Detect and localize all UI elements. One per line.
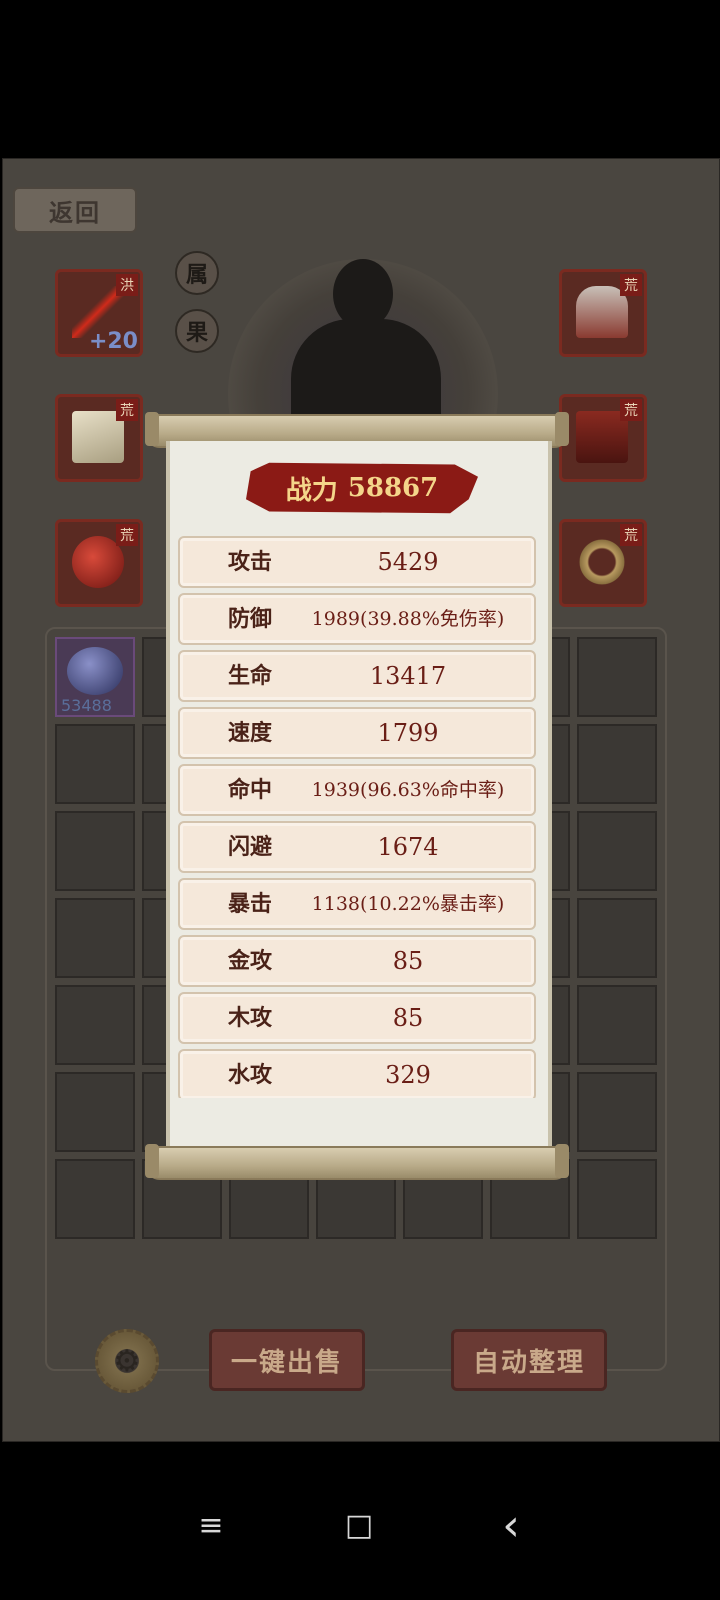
equip-slot-weapon[interactable]: 洪 +20 [55, 269, 143, 357]
stat-row: 暴击 1138(10.22%暴击率) [178, 878, 536, 930]
equip-slot-chest[interactable]: 荒 [559, 394, 647, 482]
stat-value: 85 [392, 1004, 424, 1032]
auto-sort-button[interactable]: 自动整理 [451, 1329, 607, 1391]
bag-slot[interactable] [55, 811, 135, 891]
stat-row: 防御 1989(39.88%免伤率) [178, 593, 536, 645]
blue-gem-icon [67, 647, 123, 695]
stat-label: 防御 [228, 606, 273, 632]
rarity-tag: 荒 [620, 399, 642, 421]
bag-slot[interactable] [55, 898, 135, 978]
stat-row: 生命 13417 [178, 650, 536, 702]
power-value: 58867 [347, 473, 439, 503]
back-button[interactable]: 返回 [13, 187, 137, 233]
bag-slot[interactable] [577, 811, 657, 891]
stat-row: 金攻 85 [178, 935, 536, 987]
stat-row: 攻击 5429 [178, 536, 536, 588]
stat-value: 13417 [369, 662, 447, 690]
stat-label: 木攻 [228, 1005, 273, 1031]
rarity-tag: 荒 [116, 524, 138, 546]
equip-slot-armor[interactable]: 荒 [559, 269, 647, 357]
stat-label: 暴击 [228, 891, 273, 917]
system-nav-bar: ≡ □ ‹ [0, 1480, 720, 1600]
stat-row: 水攻 329 [178, 1049, 536, 1098]
stat-row: 命中 1939(96.63%命中率) [178, 764, 536, 816]
item-count: 53488 [61, 696, 112, 715]
equip-slot-scroll[interactable]: 荒 [55, 394, 143, 482]
scroll-bottom-rod [145, 1144, 569, 1180]
equip-slot-orb[interactable]: 荒 [55, 519, 143, 607]
stat-value: 1989(39.88%免伤率) [311, 608, 505, 630]
fruit-button[interactable]: 果 [175, 309, 219, 353]
stat-row: 速度 1799 [178, 707, 536, 759]
rarity-tag: 荒 [620, 524, 642, 546]
bag-slot[interactable] [55, 1159, 135, 1239]
equip-slot-ring[interactable]: 荒 [559, 519, 647, 607]
menu-icon[interactable]: ≡ [186, 1500, 236, 1550]
bag-slot[interactable] [577, 1072, 657, 1152]
bag-slot[interactable] [55, 1072, 135, 1152]
stat-value: 85 [392, 947, 424, 975]
bag-slot[interactable] [577, 637, 657, 717]
stat-row: 闪避 1674 [178, 821, 536, 873]
stat-label: 攻击 [228, 549, 273, 575]
stat-label: 水攻 [228, 1062, 273, 1088]
stat-label: 命中 [228, 777, 273, 803]
rarity-tag: 荒 [620, 274, 642, 296]
stat-label: 金攻 [228, 948, 273, 974]
power-label: 战力 [285, 475, 338, 506]
bag-slot[interactable] [55, 985, 135, 1065]
bag-slot[interactable] [55, 724, 135, 804]
character-silhouette-body [291, 319, 441, 429]
bag-slot[interactable] [577, 898, 657, 978]
stat-value: 1674 [377, 833, 439, 861]
stats-list[interactable]: 攻击 5429 防御 1989(39.88%免伤率) 生命 13417 速度 1799 命中 19… [172, 536, 538, 1098]
rarity-tag: 洪 [116, 274, 138, 296]
stat-value: 329 [385, 1061, 431, 1089]
back-chevron-icon[interactable]: ‹ [486, 1500, 536, 1551]
stat-value: 1939(96.63%命中率) [311, 779, 505, 801]
stat-row: 木攻 85 [178, 992, 536, 1044]
bag-slot[interactable] [577, 1159, 657, 1239]
stat-value: 1138(10.22%暴击率) [311, 893, 505, 915]
bag-slot[interactable]: 53488 [55, 637, 135, 717]
bag-slot[interactable] [577, 724, 657, 804]
attribute-button[interactable]: 属 [175, 251, 219, 295]
stat-value: 1799 [377, 719, 439, 747]
combat-power-banner: 战力 58867 [246, 462, 478, 514]
gear-icon[interactable]: ⚙ [95, 1329, 159, 1393]
stat-label: 闪避 [228, 834, 273, 860]
stat-value: 5429 [377, 548, 439, 576]
stat-label: 速度 [228, 720, 273, 746]
bag-slot[interactable] [577, 985, 657, 1065]
stat-label: 生命 [228, 663, 273, 689]
home-square-icon[interactable]: □ [334, 1500, 384, 1550]
enhance-level: +20 [88, 329, 138, 354]
rarity-tag: 荒 [116, 399, 138, 421]
sell-all-button[interactable]: 一键出售 [209, 1329, 365, 1391]
